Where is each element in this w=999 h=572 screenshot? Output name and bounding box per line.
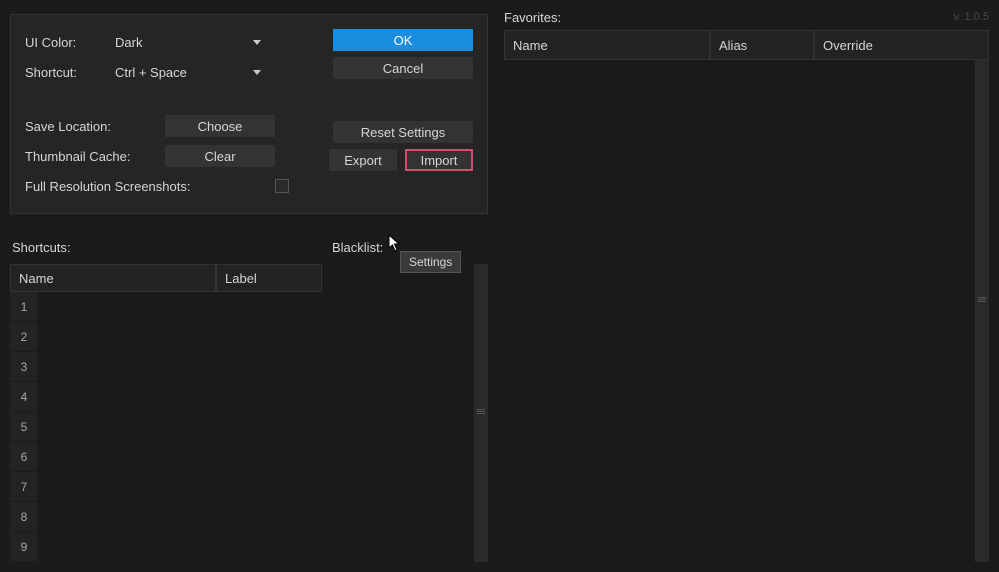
full-res-row: Full Resolution Screenshots: bbox=[25, 173, 293, 199]
row-number: 7 bbox=[10, 472, 38, 502]
row-content[interactable] bbox=[38, 472, 322, 502]
thumbnail-cache-label: Thumbnail Cache: bbox=[25, 149, 165, 164]
save-location-row: Save Location: Choose bbox=[25, 113, 293, 139]
table-row[interactable]: 4 bbox=[10, 382, 322, 412]
favorites-body[interactable] bbox=[504, 60, 975, 562]
shortcuts-title: Shortcuts: bbox=[10, 234, 322, 260]
table-row[interactable]: 2 bbox=[10, 322, 322, 352]
row-content[interactable] bbox=[38, 382, 322, 412]
shortcuts-col-label[interactable]: Label bbox=[216, 264, 322, 292]
row-number: 9 bbox=[10, 532, 38, 562]
ok-button[interactable]: OK bbox=[333, 29, 473, 51]
row-content[interactable] bbox=[38, 532, 322, 562]
row-number: 2 bbox=[10, 322, 38, 352]
row-content[interactable] bbox=[38, 412, 322, 442]
blacklist-body[interactable] bbox=[330, 264, 474, 562]
row-number: 4 bbox=[10, 382, 38, 412]
full-res-checkbox[interactable] bbox=[275, 179, 289, 193]
row-content[interactable] bbox=[38, 322, 322, 352]
row-number: 6 bbox=[10, 442, 38, 472]
shortcuts-col-name[interactable]: Name bbox=[10, 264, 216, 292]
shortcuts-table: Name Label 123456789 bbox=[10, 264, 322, 562]
blacklist-panel bbox=[330, 264, 488, 562]
row-number: 1 bbox=[10, 292, 38, 322]
row-number: 5 bbox=[10, 412, 38, 442]
shortcut-row: Shortcut: Ctrl + Space bbox=[25, 59, 293, 85]
export-button[interactable]: Export bbox=[329, 149, 397, 171]
table-row[interactable]: 5 bbox=[10, 412, 322, 442]
ui-color-row: UI Color: Dark bbox=[25, 29, 293, 55]
reset-settings-button[interactable]: Reset Settings bbox=[333, 121, 473, 143]
favorites-header: Name Alias Override bbox=[504, 30, 989, 60]
row-content[interactable] bbox=[38, 292, 322, 322]
favorites-col-alias[interactable]: Alias bbox=[710, 30, 814, 60]
full-res-label: Full Resolution Screenshots: bbox=[25, 179, 275, 194]
tooltip: Settings bbox=[400, 251, 461, 273]
blacklist-scrollbar[interactable] bbox=[474, 264, 488, 562]
clear-button[interactable]: Clear bbox=[165, 145, 275, 167]
chevron-down-icon bbox=[253, 40, 261, 45]
settings-panel: UI Color: Dark Shortcut: Ctrl + Space Sa… bbox=[10, 14, 488, 214]
thumbnail-cache-row: Thumbnail Cache: Clear bbox=[25, 143, 293, 169]
row-content[interactable] bbox=[38, 502, 322, 532]
cancel-button[interactable]: Cancel bbox=[333, 57, 473, 79]
ui-color-label: UI Color: bbox=[25, 35, 109, 50]
table-row[interactable]: 8 bbox=[10, 502, 322, 532]
choose-button[interactable]: Choose bbox=[165, 115, 275, 137]
row-number: 8 bbox=[10, 502, 38, 532]
favorites-col-override[interactable]: Override bbox=[814, 30, 989, 60]
table-row[interactable]: 3 bbox=[10, 352, 322, 382]
row-number: 3 bbox=[10, 352, 38, 382]
favorites-scrollbar[interactable] bbox=[975, 60, 989, 562]
table-row[interactable]: 1 bbox=[10, 292, 322, 322]
favorites-col-name[interactable]: Name bbox=[504, 30, 710, 60]
table-row[interactable]: 6 bbox=[10, 442, 322, 472]
ui-color-value: Dark bbox=[115, 35, 142, 50]
table-row[interactable]: 9 bbox=[10, 532, 322, 562]
row-content[interactable] bbox=[38, 442, 322, 472]
table-row[interactable]: 7 bbox=[10, 472, 322, 502]
save-location-label: Save Location: bbox=[25, 119, 165, 134]
scroll-grip-icon bbox=[477, 407, 485, 415]
shortcut-dropdown[interactable]: Ctrl + Space bbox=[109, 62, 269, 82]
favorites-title: Favorites: bbox=[504, 10, 561, 25]
import-button[interactable]: Import bbox=[405, 149, 473, 171]
shortcut-value: Ctrl + Space bbox=[115, 65, 187, 80]
version-label: v. 1.0.5 bbox=[954, 11, 989, 23]
row-content[interactable] bbox=[38, 352, 322, 382]
chevron-down-icon bbox=[253, 70, 261, 75]
shortcut-label: Shortcut: bbox=[25, 65, 109, 80]
ui-color-dropdown[interactable]: Dark bbox=[109, 32, 269, 52]
scroll-grip-icon bbox=[978, 296, 986, 304]
